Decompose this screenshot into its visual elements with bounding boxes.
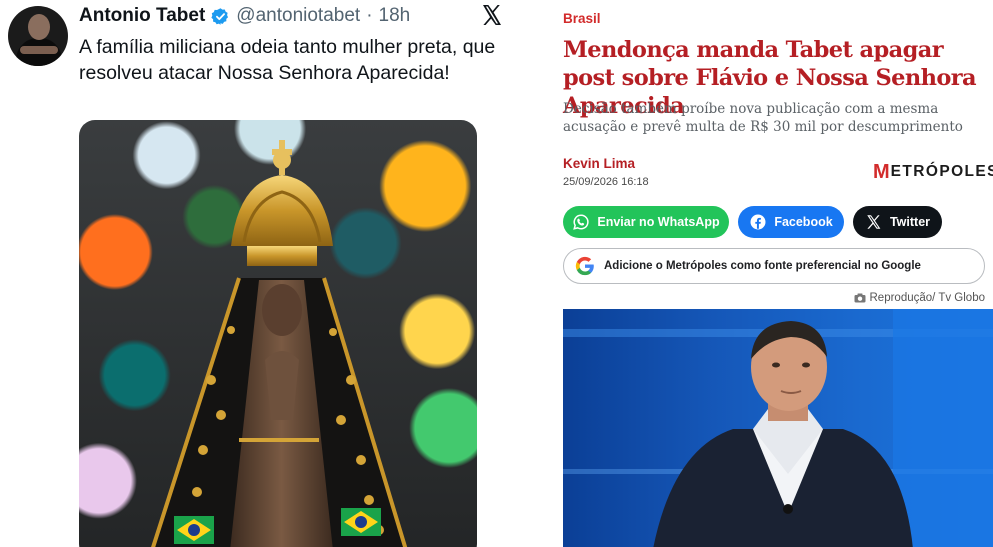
- statue-illustration: [151, 140, 408, 547]
- share-whatsapp-label: Enviar no WhatsApp: [597, 215, 720, 229]
- photo-credit: Reprodução/ Tv Globo: [854, 292, 986, 304]
- share-twitter-label: Twitter: [889, 215, 931, 229]
- author-name[interactable]: Antonio Tabet: [79, 5, 205, 27]
- facebook-icon: [750, 214, 766, 230]
- google-preferred-source-button[interactable]: Adicione o Metrópoles como fonte prefere…: [563, 248, 985, 284]
- separator-dot: ·: [366, 5, 373, 26]
- news-article: Brasil Mendonça manda Tabet apagar post …: [548, 0, 993, 547]
- section-label[interactable]: Brasil: [563, 11, 601, 26]
- logo-initial: M: [873, 160, 890, 183]
- share-twitter-button[interactable]: Twitter: [853, 206, 942, 238]
- share-facebook-button[interactable]: Facebook: [738, 206, 844, 238]
- share-whatsapp-button[interactable]: Enviar no WhatsApp: [563, 206, 729, 238]
- avatar[interactable]: [8, 6, 68, 66]
- article-photo[interactable]: [563, 309, 993, 547]
- author-handle[interactable]: @antoniotabet: [236, 5, 360, 27]
- tv-studio-illustration: [563, 309, 993, 547]
- whatsapp-icon: [573, 214, 590, 230]
- share-facebook-label: Facebook: [774, 215, 833, 229]
- verified-badge-icon: [211, 7, 229, 25]
- camera-icon: [854, 293, 865, 303]
- google-icon: [575, 256, 594, 276]
- tweet-card: Antonio Tabet @antoniotabet · 18h A famí…: [0, 0, 545, 547]
- tweet-text: A família miliciana odeia tanto mulher p…: [79, 36, 496, 84]
- metropoles-logo[interactable]: M ETRÓPOLES: [873, 160, 993, 183]
- x-logo-icon: [483, 5, 501, 25]
- photo-credit-text: Reprodução/ Tv Globo: [869, 292, 986, 304]
- author-link[interactable]: Kevin Lima: [563, 156, 635, 171]
- logo-wordmark: ETRÓPOLES: [890, 163, 993, 180]
- tweet-header: Antonio Tabet @antoniotabet · 18h: [79, 4, 410, 28]
- tweet-media-image[interactable]: [79, 120, 477, 547]
- tweet-time[interactable]: 18h: [379, 5, 411, 27]
- google-cta-label: Adicione o Metrópoles como fonte prefere…: [604, 260, 921, 272]
- x-icon: [867, 215, 881, 229]
- publish-date: 25/09/2026 16:18: [563, 176, 649, 188]
- article-subheadline: Decisão também proíbe nova publicação co…: [563, 101, 963, 135]
